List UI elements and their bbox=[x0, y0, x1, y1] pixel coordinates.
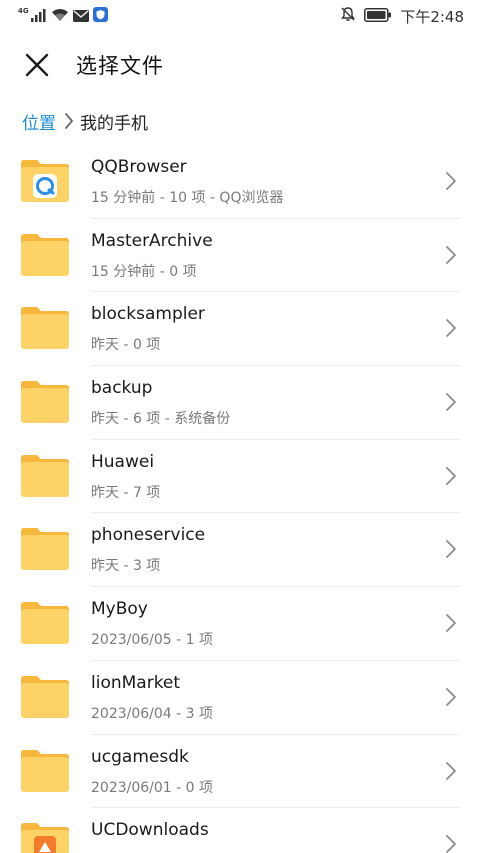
folder-row[interactable]: Huawei 昨天 - 7 项 bbox=[0, 440, 480, 514]
folder-name: blocksampler bbox=[91, 304, 205, 325]
breadcrumb-root[interactable]: 位置 bbox=[22, 109, 56, 134]
network-type: 4G bbox=[18, 7, 29, 15]
folder-name: MyBoy bbox=[91, 599, 148, 620]
folder-name: lionMarket bbox=[91, 672, 181, 693]
chevron-right-icon bbox=[64, 112, 74, 130]
folder-meta: 昨天 - 6 项 - 系统备份 bbox=[91, 411, 231, 428]
close-icon bbox=[24, 52, 50, 82]
app-header: 选择文件 bbox=[0, 36, 480, 96]
folder-row[interactable]: UCDownloads bbox=[0, 808, 480, 853]
folder-row[interactable]: QQBrowser 15 分钟前 - 10 项 - QQ浏览器 bbox=[0, 145, 480, 219]
folder-meta: 15 分钟前 - 10 项 - QQ浏览器 bbox=[91, 190, 284, 206]
status-bar: 4G 下午2:48 bbox=[0, 0, 480, 32]
folder-meta: 2023/06/01 - 0 项 bbox=[91, 779, 214, 796]
folder-meta: 昨天 - 3 项 bbox=[91, 558, 161, 575]
clock: 下午2:48 bbox=[400, 7, 464, 26]
folder-meta: 15 分钟前 - 0 项 bbox=[91, 263, 197, 280]
mute-bell-icon bbox=[340, 6, 356, 26]
folder-icon bbox=[20, 159, 70, 203]
folder-name: QQBrowser bbox=[91, 157, 187, 177]
folder-meta: 2023/06/04 - 3 项 bbox=[91, 705, 214, 722]
folder-row[interactable]: lionMarket 2023/06/04 - 3 项 bbox=[0, 661, 480, 735]
chevron-right-icon bbox=[444, 613, 458, 633]
chevron-right-icon bbox=[444, 761, 458, 781]
uc-downloads-icon bbox=[34, 836, 56, 853]
folder-icon bbox=[20, 306, 70, 350]
shield-app-icon bbox=[92, 6, 108, 26]
breadcrumb: 位置 我的手机 bbox=[22, 108, 148, 134]
file-list: QQBrowser 15 分钟前 - 10 项 - QQ浏览器 MasterArch… bbox=[0, 145, 480, 853]
folder-row[interactable]: phoneservice 昨天 - 3 项 bbox=[0, 513, 480, 588]
chevron-right-icon bbox=[444, 466, 458, 486]
mail-icon bbox=[72, 7, 89, 26]
folder-row[interactable]: backup 昨天 - 6 项 - 系统备份 bbox=[0, 366, 480, 440]
folder-meta: 昨天 - 0 项 bbox=[91, 337, 161, 354]
folder-name: MasterArchive bbox=[91, 230, 213, 251]
folder-row[interactable]: blocksampler 昨天 - 0 项 bbox=[0, 292, 480, 367]
chevron-right-icon bbox=[444, 539, 458, 559]
battery-icon bbox=[364, 7, 392, 26]
folder-icon bbox=[20, 233, 70, 277]
status-bar-left: 4G bbox=[18, 6, 108, 26]
qq-browser-icon bbox=[33, 174, 57, 198]
wifi-icon bbox=[51, 7, 69, 26]
folder-meta: 2023/06/05 - 1 项 bbox=[91, 632, 214, 649]
breadcrumb-current: 我的手机 bbox=[80, 113, 148, 134]
folder-icon bbox=[20, 749, 70, 793]
folder-icon bbox=[20, 822, 70, 853]
folder-name: backup bbox=[91, 378, 153, 399]
folder-row[interactable]: MyBoy 2023/06/05 - 1 项 bbox=[0, 587, 480, 661]
chevron-right-icon bbox=[444, 392, 458, 412]
chevron-right-icon bbox=[444, 834, 458, 853]
folder-name: phoneservice bbox=[91, 525, 206, 546]
folder-name: Huawei bbox=[91, 451, 155, 472]
chevron-right-icon bbox=[444, 687, 458, 707]
folder-icon bbox=[20, 454, 70, 498]
chevron-right-icon bbox=[444, 245, 458, 265]
close-button[interactable] bbox=[20, 50, 54, 84]
folder-name: ucgamesdk bbox=[91, 746, 189, 767]
folder-row[interactable]: ucgamesdk 2023/06/01 - 0 项 bbox=[0, 735, 480, 809]
folder-icon bbox=[20, 675, 70, 719]
signal-icon bbox=[30, 7, 47, 26]
chevron-right-icon bbox=[444, 171, 458, 191]
folder-icon bbox=[20, 380, 70, 424]
page-title: 选择文件 bbox=[76, 54, 164, 78]
chevron-right-icon bbox=[444, 318, 458, 338]
folder-meta: 昨天 - 7 项 bbox=[91, 484, 161, 501]
status-bar-right: 下午2:48 bbox=[340, 6, 464, 26]
folder-row[interactable]: MasterArchive 15 分钟前 - 0 项 bbox=[0, 219, 480, 293]
folder-name: UCDownloads bbox=[91, 820, 209, 841]
folder-icon bbox=[20, 601, 70, 645]
folder-icon bbox=[20, 527, 70, 571]
